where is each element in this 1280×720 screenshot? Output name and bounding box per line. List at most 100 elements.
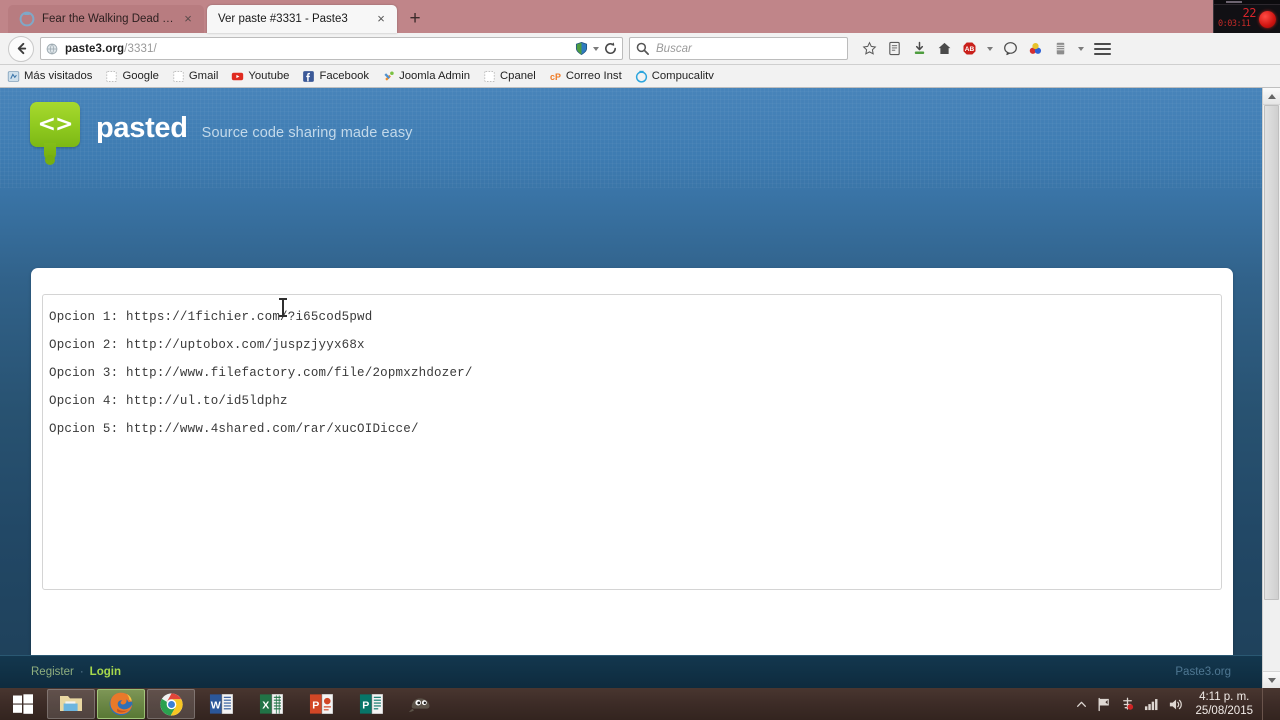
bookmark-youtube[interactable]: Youtube bbox=[231, 70, 289, 83]
start-button[interactable] bbox=[0, 688, 46, 720]
code-line: Opcion 4: http://ul.to/id5ldphz bbox=[49, 394, 288, 408]
chevron-down-icon bbox=[1267, 677, 1276, 683]
download-icon[interactable] bbox=[912, 41, 927, 56]
adblock-plus-icon[interactable]: AB bbox=[962, 41, 977, 56]
clock-date: 25/08/2015 bbox=[1195, 705, 1253, 717]
reader-view-icon[interactable] bbox=[887, 41, 902, 56]
bookmark-correo-inst[interactable]: cP Correo Inst bbox=[549, 70, 622, 83]
taskbar-clock[interactable]: 4:11 p. m. 25/08/2015 bbox=[1192, 690, 1253, 718]
clock-time: 4:11 p. m. bbox=[1199, 691, 1250, 703]
bookmark-label: Gmail bbox=[188, 70, 219, 82]
logo-code-glyph: <> bbox=[37, 111, 74, 137]
action-center-flag-icon[interactable] bbox=[1096, 697, 1111, 712]
windows-logo-icon bbox=[13, 694, 33, 714]
file-explorer-icon bbox=[60, 696, 82, 711]
network-signal-icon[interactable] bbox=[1144, 697, 1159, 711]
page-scrollbar[interactable] bbox=[1262, 88, 1280, 688]
pasted-logo-icon[interactable]: <> bbox=[30, 102, 80, 165]
record-dot-icon[interactable] bbox=[1259, 10, 1276, 28]
extension-icon[interactable] bbox=[1053, 41, 1068, 56]
volume-icon[interactable] bbox=[1168, 697, 1183, 712]
paste-card: Opcion 1: https://1fichier.com/?i65cod5p… bbox=[31, 268, 1233, 683]
gimp-icon bbox=[408, 698, 430, 713]
taskbar-gimp[interactable] bbox=[397, 689, 445, 719]
microsoft-word-icon: W bbox=[209, 694, 233, 714]
globe-icon bbox=[46, 43, 58, 54]
microsoft-powerpoint-icon: P bbox=[309, 694, 333, 714]
svg-text:P: P bbox=[312, 699, 319, 711]
antivirus-icon[interactable] bbox=[1120, 697, 1135, 712]
search-bar[interactable]: Buscar bbox=[629, 37, 848, 60]
login-link[interactable]: Login bbox=[90, 666, 121, 678]
svg-text:P: P bbox=[362, 699, 369, 711]
svg-text:W: W bbox=[210, 699, 220, 711]
bookmark-joomla-admin[interactable]: Joomla Admin bbox=[382, 70, 470, 83]
cpanel-icon: cP bbox=[550, 71, 561, 81]
youtube-icon bbox=[232, 72, 244, 80]
chevron-up-icon bbox=[1267, 93, 1276, 99]
bookmark-label: Facebook bbox=[319, 70, 370, 82]
scrollbar-thumb[interactable] bbox=[1264, 105, 1279, 600]
messenger-icon[interactable] bbox=[1003, 41, 1018, 56]
windows-taskbar: W X P P 4:11 p. m. 25/08/2015 bbox=[0, 688, 1280, 720]
close-icon[interactable]: × bbox=[181, 12, 195, 26]
microsoft-excel-icon: X bbox=[259, 694, 283, 714]
compucalitv-icon bbox=[635, 70, 647, 83]
taskbar-file-explorer[interactable] bbox=[47, 689, 95, 719]
bookmarks-toolbar: Más visitados Google Gmail Youtube Faceb… bbox=[0, 65, 1280, 88]
footer-copyright: Paste3.org bbox=[1175, 666, 1231, 678]
browser-tab-1[interactable]: Fear the Walking Dead Te... × bbox=[8, 5, 204, 33]
browser-tab-2[interactable]: Ver paste #3331 - Paste3 × bbox=[207, 5, 397, 33]
back-arrow-icon bbox=[17, 42, 26, 55]
browser-window: Fear the Walking Dead Te... × Ver paste … bbox=[0, 0, 1280, 688]
address-bar[interactable]: paste3.org/3331/ bbox=[40, 37, 623, 60]
site-brand-title: pasted bbox=[96, 111, 188, 144]
site-tagline: Source code sharing made easy bbox=[201, 125, 413, 141]
shield-icon[interactable] bbox=[574, 41, 589, 56]
bookmark-google[interactable]: Google bbox=[105, 70, 159, 83]
menu-hamburger-icon[interactable] bbox=[1094, 42, 1111, 55]
reload-icon[interactable] bbox=[603, 41, 618, 56]
bookmark-compucalitv[interactable]: Compucalitv bbox=[635, 70, 714, 83]
bookmark-label: Cpanel bbox=[500, 70, 536, 82]
bookmark-gmail[interactable]: Gmail bbox=[172, 70, 219, 83]
bookmark-mas-visitados[interactable]: Más visitados bbox=[7, 70, 92, 83]
scroll-down-button[interactable] bbox=[1263, 671, 1280, 688]
bookmark-cpanel[interactable]: Cpanel bbox=[483, 70, 536, 83]
taskbar-microsoft-excel[interactable]: X bbox=[247, 689, 295, 719]
taskbar-google-chrome[interactable] bbox=[147, 689, 195, 719]
taskbar-microsoft-powerpoint[interactable]: P bbox=[297, 689, 345, 719]
chevron-down-icon[interactable] bbox=[987, 46, 993, 51]
joomla-icon bbox=[384, 70, 394, 81]
taskbar-firefox[interactable] bbox=[97, 689, 145, 719]
colorzilla-icon[interactable] bbox=[1028, 41, 1043, 56]
system-tray: 4:11 p. m. 25/08/2015 bbox=[1076, 688, 1280, 720]
chevron-down-icon[interactable] bbox=[593, 46, 599, 51]
close-icon[interactable]: × bbox=[374, 12, 388, 26]
show-hidden-icons-button[interactable] bbox=[1076, 699, 1087, 710]
scroll-up-button[interactable] bbox=[1263, 88, 1280, 105]
code-line: Opcion 2: http://uptobox.com/juspzjyyx68… bbox=[49, 338, 365, 352]
bookmark-label: Compucalitv bbox=[651, 70, 714, 82]
bookmark-label: Google bbox=[122, 70, 159, 82]
screen-recorder-overlay[interactable]: 22 0:03:11 bbox=[1213, 0, 1280, 33]
register-link[interactable]: Register bbox=[31, 666, 74, 678]
blank-favicon bbox=[173, 70, 184, 82]
chevron-down-icon[interactable] bbox=[1078, 46, 1084, 51]
taskbar-microsoft-publisher[interactable]: P bbox=[347, 689, 395, 719]
recorder-elapsed: 0:03:11 bbox=[1218, 19, 1251, 29]
show-desktop-button[interactable] bbox=[1262, 688, 1271, 720]
microsoft-publisher-icon: P bbox=[359, 694, 383, 714]
taskbar-microsoft-word[interactable]: W bbox=[197, 689, 245, 719]
text-cursor bbox=[279, 298, 287, 317]
footer-separator: · bbox=[79, 666, 84, 678]
site-footer: Register · Login Paste3.org bbox=[0, 655, 1262, 688]
home-icon[interactable] bbox=[937, 41, 952, 56]
back-button[interactable] bbox=[8, 35, 34, 62]
paste-content-textarea[interactable]: Opcion 1: https://1fichier.com/?i65cod5p… bbox=[42, 294, 1222, 590]
most-visited-icon bbox=[7, 70, 20, 82]
google-chrome-icon bbox=[159, 692, 183, 716]
bookmark-facebook[interactable]: Facebook bbox=[302, 70, 369, 83]
new-tab-button[interactable]: + bbox=[401, 7, 429, 33]
bookmark-star-icon[interactable] bbox=[862, 41, 877, 56]
